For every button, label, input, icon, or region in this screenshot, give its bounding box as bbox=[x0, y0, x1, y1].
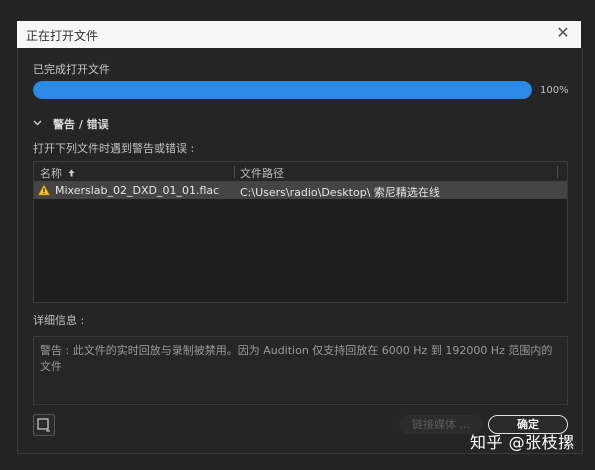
export-icon[interactable] bbox=[33, 414, 55, 436]
files-table: 名称 文件路径 Mixerslab_02_DXD_01_01.flac C:\U… bbox=[33, 161, 568, 303]
column-header-path[interactable]: 文件路径 bbox=[240, 165, 284, 181]
watermark: 知乎 @张枝摞 bbox=[470, 433, 575, 452]
details-label: 详细信息 : bbox=[33, 314, 85, 327]
warnings-description: 打开下列文件时遇到警告或错误 : bbox=[33, 142, 195, 155]
details-message: 警告 : 此文件的实时回放与录制被禁用。因为 Audition 仅支持回放在 6… bbox=[40, 344, 553, 373]
open-files-dialog: 已完成打开文件 100% 警告 / 错误 打开下列文件时遇到警告或错误 : 名称 bbox=[17, 48, 583, 454]
details-box: 警告 : 此文件的实时回放与录制被禁用。因为 Audition 仅支持回放在 6… bbox=[33, 336, 568, 405]
file-path: C:\Users\radio\Desktop\ 索尼精选在线 bbox=[240, 186, 440, 199]
dialog-titlebar: 正在打开文件 ✕ bbox=[17, 21, 581, 48]
table-row[interactable]: Mixerslab_02_DXD_01_01.flac C:\Users\rad… bbox=[34, 181, 567, 199]
close-icon[interactable]: ✕ bbox=[555, 25, 571, 41]
column-header-name[interactable]: 名称 bbox=[40, 165, 75, 181]
chevron-down-icon bbox=[33, 119, 43, 129]
warnings-section-toggle[interactable]: 警告 / 错误 bbox=[33, 117, 109, 131]
warning-icon bbox=[37, 184, 51, 196]
screen: 正在打开文件 ✕ 已完成打开文件 100% 警告 / 错误 打开下列文件时遇到警… bbox=[0, 0, 595, 470]
dialog-title: 正在打开文件 bbox=[26, 29, 99, 43]
progress-bar bbox=[33, 81, 532, 99]
column-divider[interactable] bbox=[234, 166, 235, 178]
sort-up-icon bbox=[68, 169, 75, 179]
file-name: Mixerslab_02_DXD_01_01.flac bbox=[55, 184, 220, 197]
status-text: 已完成打开文件 bbox=[33, 63, 110, 76]
progress-percent: 100% bbox=[540, 85, 569, 96]
progress-fill bbox=[33, 81, 532, 99]
table-header: 名称 文件路径 bbox=[34, 162, 567, 181]
column-divider[interactable] bbox=[557, 166, 558, 178]
section-title: 警告 / 错误 bbox=[53, 118, 109, 131]
